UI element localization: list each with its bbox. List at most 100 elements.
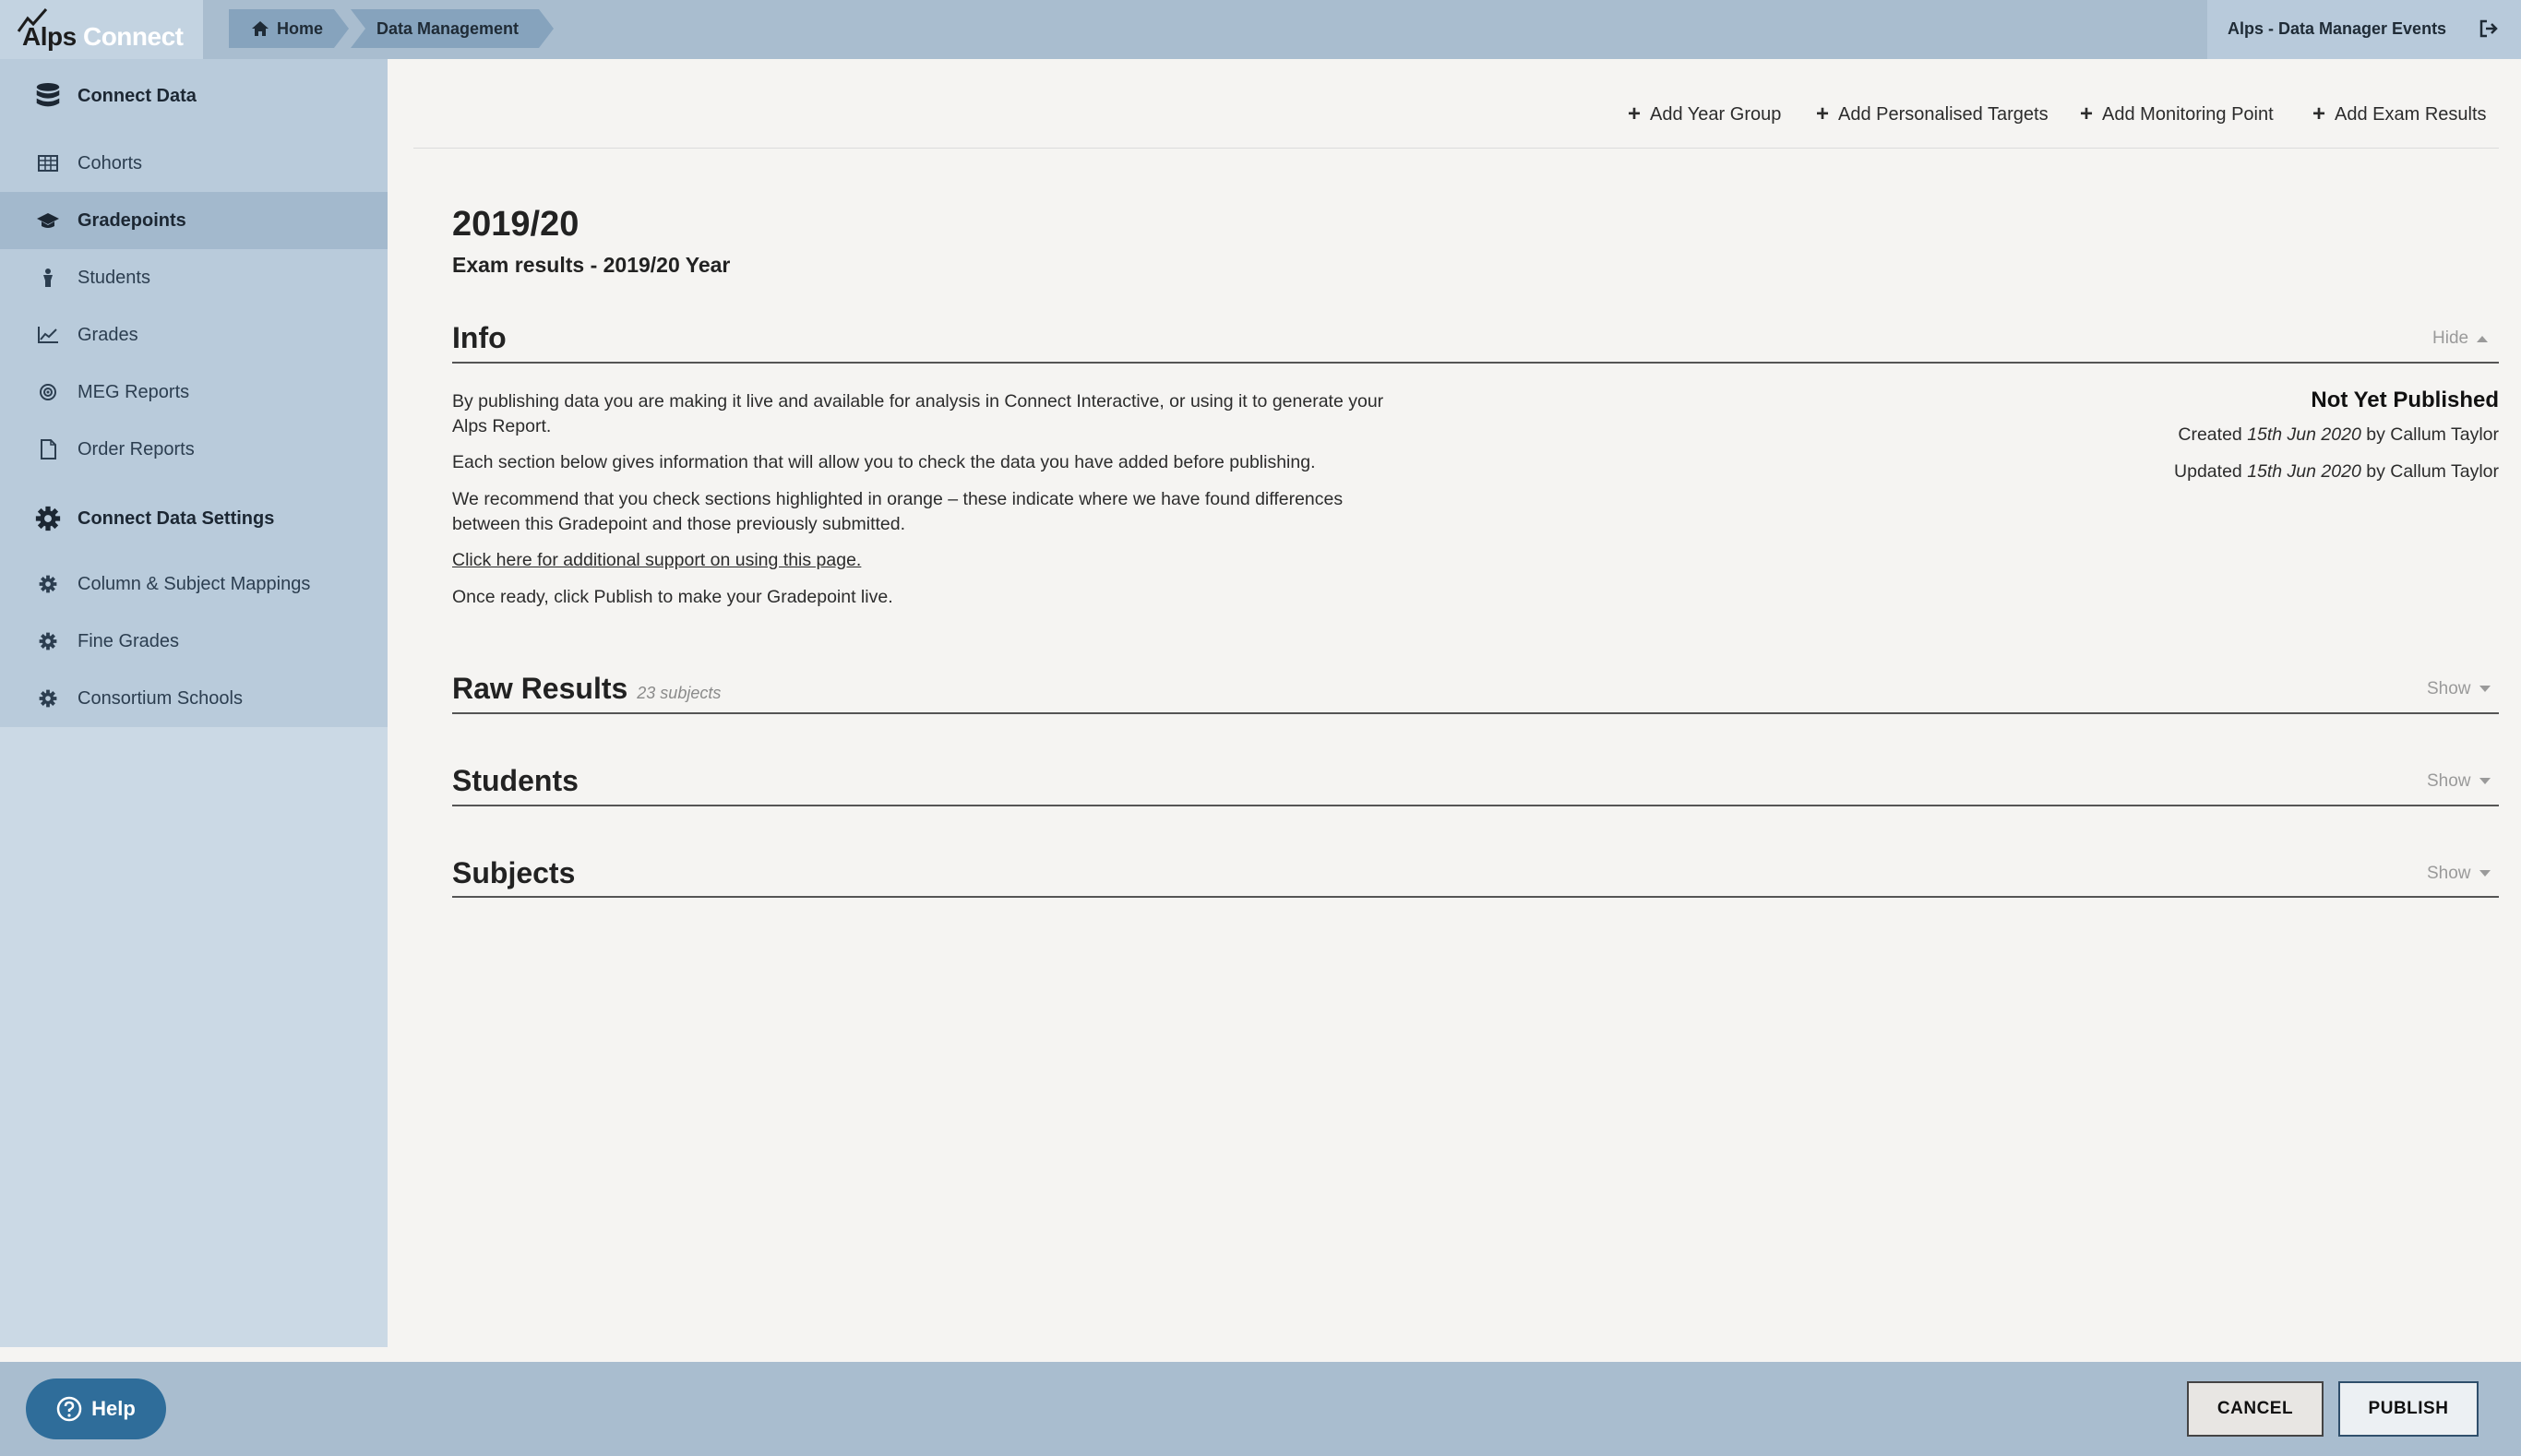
sidebar-item-meg-reports[interactable]: MEG Reports <box>0 364 388 421</box>
info-support-row: Click here for additional support on usi… <box>452 548 1412 573</box>
gear-icon <box>35 506 61 531</box>
students-divider <box>452 805 2499 806</box>
account-label[interactable]: Alps - Data Manager Events <box>2228 19 2446 39</box>
sidebar-item-grades[interactable]: Grades <box>0 306 388 364</box>
updated-date: 15th Jun 2020 <box>2247 461 2361 482</box>
raw-results-count: 23 subjects <box>637 684 722 702</box>
sidebar-item-gradepoints[interactable]: Gradepoints <box>0 192 388 249</box>
caret-up-icon <box>2477 336 2489 342</box>
info-section-title: Info <box>452 321 507 354</box>
support-link[interactable]: Click here for additional support on usi… <box>452 550 861 570</box>
students-show-toggle[interactable]: Show <box>2427 771 2491 792</box>
logo-secondary: Connect <box>82 22 184 51</box>
raw-results-divider <box>452 712 2499 714</box>
raw-results-section-title[interactable]: Raw Results 23 subjects <box>452 672 721 706</box>
info-paragraph-1: By publishing data you are making it liv… <box>452 391 1384 436</box>
raw-results-toggle-label: Show <box>2427 679 2471 698</box>
add-exam-results-label: Add Exam Results <box>2335 103 2487 125</box>
raw-results-title: Raw Results <box>452 672 628 705</box>
sidebar-item-label: Column & Subject Mappings <box>78 573 311 594</box>
created-info: Created 15th Jun 2020 by Callum Taylor <box>2178 424 2499 446</box>
page-title: 2019/20 <box>452 205 579 244</box>
line-chart-icon <box>35 322 61 348</box>
app-logo[interactable]: Alps Connect <box>0 0 203 59</box>
help-button[interactable]: Help <box>26 1378 166 1439</box>
updated-prefix: Updated <box>2174 461 2242 482</box>
page-subtitle: Exam results - 2019/20 Year <box>452 253 731 277</box>
info-final-note: Once ready, click Publish to make your G… <box>452 587 893 607</box>
logout-icon <box>2479 19 2498 38</box>
updated-by: by Callum Taylor <box>2366 461 2499 482</box>
logout-button[interactable] <box>2479 18 2499 39</box>
cancel-button[interactable]: CANCEL <box>2187 1381 2324 1437</box>
subjects-show-toggle[interactable]: Show <box>2427 864 2491 884</box>
plus-icon: + <box>2312 101 2326 126</box>
sidebar-item-label: Order Reports <box>78 438 195 459</box>
info-toggle-label: Hide <box>2432 328 2469 348</box>
created-by: by Callum Taylor <box>2366 424 2499 445</box>
gear-icon <box>35 628 61 654</box>
question-circle-icon <box>56 1396 82 1422</box>
gear-icon <box>35 571 61 597</box>
toolbar-divider <box>413 148 2499 149</box>
subjects-section-title[interactable]: Subjects <box>452 856 575 890</box>
sidebar-item-label: Fine Grades <box>78 630 180 651</box>
footer-bar <box>0 1362 2521 1456</box>
students-toggle-label: Show <box>2427 771 2471 791</box>
help-label: Help <box>91 1397 136 1420</box>
caret-down-icon <box>2479 686 2491 692</box>
caret-down-icon <box>2479 870 2491 877</box>
students-section-title[interactable]: Students <box>452 764 579 798</box>
breadcrumb-home-label: Home <box>277 18 324 38</box>
publish-status: Not Yet Published <box>2311 388 2499 412</box>
breadcrumb-data-management[interactable]: Data Management <box>351 9 554 48</box>
info-paragraph-2: Each section below gives information tha… <box>452 452 1316 472</box>
raw-results-show-toggle[interactable]: Show <box>2427 679 2491 699</box>
created-prefix: Created <box>2178 424 2242 445</box>
sidebar-item-connect-data-settings[interactable]: Connect Data Settings <box>0 485 388 552</box>
caret-down-icon <box>2479 778 2491 784</box>
sidebar-item-label: Grades <box>78 324 138 345</box>
plus-icon: + <box>1628 101 1642 126</box>
home-icon <box>251 20 269 37</box>
sidebar-item-label: Connect Data <box>78 85 197 106</box>
target-icon <box>35 379 61 405</box>
add-year-group-link[interactable]: + Add Year Group <box>1628 103 1781 125</box>
sidebar-item-column-subject-mappings[interactable]: Column & Subject Mappings <box>0 555 388 613</box>
breadcrumb-dm-label: Data Management <box>376 18 520 38</box>
created-date: 15th Jun 2020 <box>2247 424 2361 445</box>
sidebar-item-consortium-schools[interactable]: Consortium Schools <box>0 670 388 727</box>
sidebar-item-label: Connect Data Settings <box>78 507 275 529</box>
breadcrumb-home[interactable]: Home <box>229 9 349 48</box>
info-section-divider <box>452 362 2499 364</box>
add-personalised-targets-label: Add Personalised Targets <box>1838 103 2049 125</box>
plus-icon: + <box>1816 101 1830 126</box>
info-paragraph-3: We recommend that you check sections hig… <box>452 489 1344 534</box>
sidebar-item-cohorts[interactable]: Cohorts <box>0 135 388 192</box>
sidebar-item-connect-data[interactable]: Connect Data <box>0 63 388 129</box>
add-exam-results-link[interactable]: + Add Exam Results <box>2312 103 2487 125</box>
updated-info: Updated 15th Jun 2020 by Callum Taylor <box>2174 461 2499 483</box>
table-icon <box>35 150 61 176</box>
add-year-group-label: Add Year Group <box>1650 103 1782 125</box>
document-icon <box>35 436 61 462</box>
plus-icon: + <box>2080 101 2094 126</box>
subjects-divider <box>452 896 2499 898</box>
sidebar-item-label: MEG Reports <box>78 381 190 402</box>
sidebar-item-fine-grades[interactable]: Fine Grades <box>0 613 388 670</box>
add-monitoring-point-label: Add Monitoring Point <box>2102 103 2274 125</box>
sidebar-item-order-reports[interactable]: Order Reports <box>0 421 388 478</box>
graduation-cap-icon <box>35 208 61 233</box>
add-personalised-targets-link[interactable]: + Add Personalised Targets <box>1816 103 2049 125</box>
add-monitoring-point-link[interactable]: + Add Monitoring Point <box>2080 103 2274 125</box>
sidebar-item-students[interactable]: Students <box>0 249 388 306</box>
sidebar-item-label: Cohorts <box>78 152 143 173</box>
database-icon <box>35 83 61 109</box>
sidebar-item-label: Gradepoints <box>78 209 186 231</box>
gear-icon <box>35 686 61 711</box>
subjects-toggle-label: Show <box>2427 864 2471 883</box>
info-hide-toggle[interactable]: Hide <box>2432 328 2489 349</box>
publish-button[interactable]: PUBLISH <box>2338 1381 2479 1437</box>
logo-primary: Alps <box>22 22 77 51</box>
sidebar-item-label: Consortium Schools <box>78 687 243 709</box>
